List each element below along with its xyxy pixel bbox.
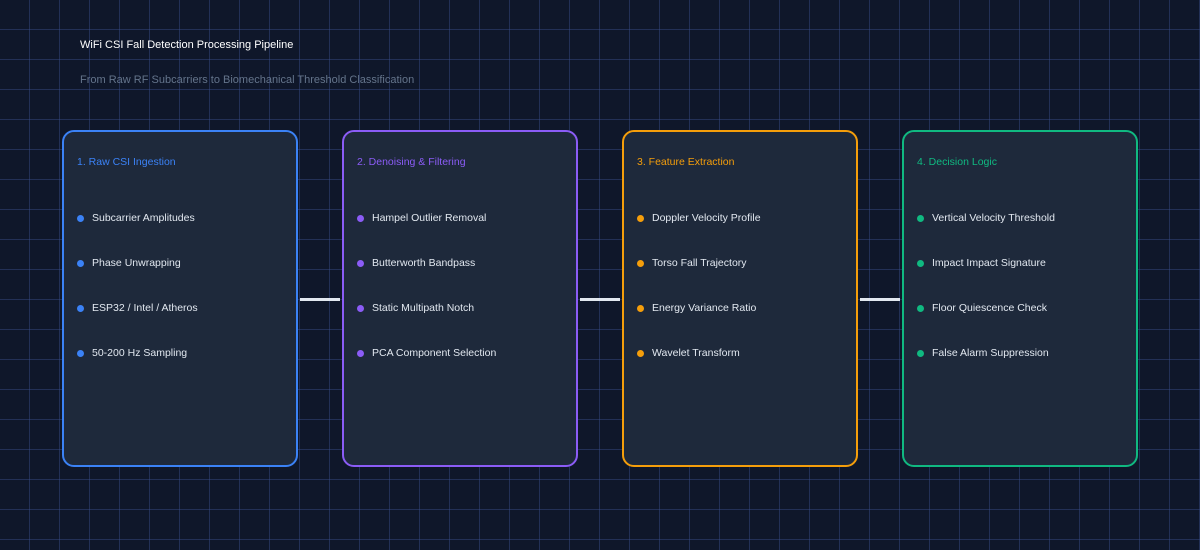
stage-card-decision-logic: 4. Decision Logic Vertical Velocity Thre…: [902, 130, 1138, 467]
stage-title: 1. Raw CSI Ingestion: [77, 156, 176, 168]
stage-item: PCA Component Selection: [357, 346, 496, 360]
bullet-icon: [77, 259, 84, 267]
bullet-icon: [357, 259, 364, 267]
stage-item-label: Wavelet Transform: [652, 347, 740, 359]
stage-item-label: Torso Fall Trajectory: [652, 257, 747, 269]
stage-item: Energy Variance Ratio: [637, 301, 756, 315]
bullet-icon: [917, 214, 924, 222]
stage-item-label: PCA Component Selection: [372, 347, 497, 359]
stage-item-label: Doppler Velocity Profile: [652, 212, 761, 224]
stage-item: False Alarm Suppression: [917, 346, 1049, 360]
stage-item-label: False Alarm Suppression: [932, 347, 1049, 359]
stage-item: Wavelet Transform: [637, 346, 740, 360]
stage-title: 4. Decision Logic: [917, 156, 997, 168]
bullet-icon: [637, 349, 644, 357]
stage-item: Doppler Velocity Profile: [637, 211, 761, 225]
bullet-icon: [637, 259, 644, 267]
bullet-icon: [77, 349, 84, 357]
bullet-icon: [917, 259, 924, 267]
stage-item: Phase Unwrapping: [77, 256, 181, 270]
bullet-icon: [77, 214, 84, 222]
bullet-icon: [637, 214, 644, 222]
stage-item-label: Subcarrier Amplitudes: [92, 212, 195, 224]
stage-item-label: Phase Unwrapping: [92, 257, 181, 269]
stage-item-label: Energy Variance Ratio: [652, 302, 757, 314]
stage-item-label: Hampel Outlier Removal: [372, 212, 487, 224]
stage-item-label: Static Multipath Notch: [372, 302, 475, 314]
stage-item-label: Floor Quiescence Check: [932, 302, 1047, 314]
stage-item: Hampel Outlier Removal: [357, 211, 486, 225]
stage-item-label: Vertical Velocity Threshold: [932, 212, 1055, 224]
connector-3-4: [860, 298, 900, 301]
bullet-icon: [357, 304, 364, 312]
bullet-icon: [357, 214, 364, 222]
bullet-icon: [77, 304, 84, 312]
bullet-icon: [917, 304, 924, 312]
stage-item: Floor Quiescence Check: [917, 301, 1047, 315]
stage-item-label: Impact Impact Signature: [932, 257, 1046, 269]
stage-item: Vertical Velocity Threshold: [917, 211, 1055, 225]
stage-item: Subcarrier Amplitudes: [77, 211, 195, 225]
stage-item: Butterworth Bandpass: [357, 256, 475, 270]
pipeline-subtitle: From Raw RF Subcarriers to Biomechanical…: [80, 74, 415, 86]
stage-card-raw-csi-ingestion: 1. Raw CSI Ingestion Subcarrier Amplitud…: [62, 130, 298, 467]
bullet-icon: [637, 304, 644, 312]
stage-card-denoising-filtering: 2. Denoising & Filtering Hampel Outlier …: [342, 130, 578, 467]
stage-item: Impact Impact Signature: [917, 256, 1046, 270]
bullet-icon: [357, 349, 364, 357]
pipeline-title: WiFi CSI Fall Detection Processing Pipel…: [80, 39, 294, 51]
stage-item-label: Butterworth Bandpass: [372, 257, 476, 269]
stage-item: Static Multipath Notch: [357, 301, 474, 315]
connector-1-2: [300, 298, 340, 301]
connector-2-3: [580, 298, 620, 301]
stage-item: 50-200 Hz Sampling: [77, 346, 187, 360]
stage-title: 2. Denoising & Filtering: [357, 156, 466, 168]
stage-title: 3. Feature Extraction: [637, 156, 735, 168]
stage-item-label: 50-200 Hz Sampling: [92, 347, 188, 359]
stage-item: Torso Fall Trajectory: [637, 256, 747, 270]
stage-item: ESP32 / Intel / Atheros: [77, 301, 198, 315]
stage-item-label: ESP32 / Intel / Atheros: [92, 302, 198, 314]
stage-card-feature-extraction: 3. Feature Extraction Doppler Velocity P…: [622, 130, 858, 467]
bullet-icon: [917, 349, 924, 357]
